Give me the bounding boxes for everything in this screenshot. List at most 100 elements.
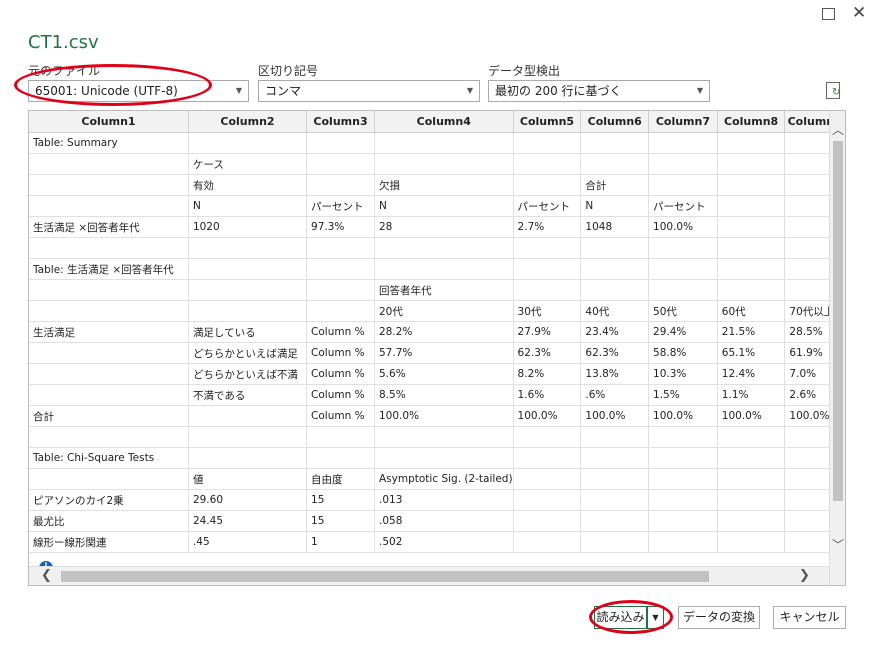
table-cell: パーセント [513,195,582,217]
column-header[interactable]: Column5 [513,111,582,133]
table-row: 20代 30代 40代 50代 60代 70代以上 [29,300,845,322]
data-preview: Column1 Column2 Column3 Column4 Column5 Colum… [28,110,846,586]
type-detection-label: データ型検出 [488,64,561,78]
table-cell [188,237,308,259]
table-cell: 生活満足 [29,321,189,343]
table-cell [188,300,308,322]
table-cell: どちらかといえば不満 [188,363,308,385]
table-cell [374,426,514,448]
chevron-down-icon: ▼ [696,86,703,95]
table-row: 生活満足 満足している Column % 28.2% 27.9% 23.4% 29.4% 21… [29,321,845,343]
table-cell [29,153,189,175]
table-cell [717,132,786,154]
table-cell: 生活満足 ×回答者年代 [29,216,189,238]
dialog-title: CT1.csv [28,32,99,53]
table-cell: N [374,195,514,217]
table-cell [648,279,718,301]
table-cell: 100.0% [717,405,786,427]
table-cell [306,174,375,196]
table-cell [29,426,189,448]
delimiter-select[interactable]: コンマ ▼ [258,80,480,102]
table-cell: ケース [188,153,308,175]
table-cell: .45 [188,531,308,553]
column-header[interactable]: Column4 [374,111,514,133]
table-cell: 有効 [188,174,308,196]
table-cell: 100.0% [580,405,650,427]
table-cell [513,510,582,532]
close-icon[interactable]: ✕ [852,3,866,23]
table-cell [580,531,650,553]
table-cell [374,258,514,280]
load-button[interactable]: 読み込み [594,606,647,629]
chevron-right-icon[interactable]: ❯ [799,568,810,583]
table-cell: 60代 [717,300,786,322]
transform-data-button[interactable]: データの変換 [678,606,760,629]
table-cell: 50代 [648,300,718,322]
table-cell: 23.4% [580,321,650,343]
table-cell [513,174,582,196]
table-cell: 値 [188,468,308,490]
table-cell [648,132,718,154]
table-cell: どちらかといえば満足 [188,342,308,364]
table-cell: 1.6% [513,384,582,406]
vertical-scrollbar[interactable]: ︿ ﹀ [829,111,845,585]
column-header[interactable]: Column3 [306,111,375,133]
column-header[interactable]: Column1 [29,111,189,133]
table-cell [513,132,582,154]
table-cell [580,489,650,511]
horizontal-scroll-thumb[interactable] [61,571,709,582]
table-cell [374,237,514,259]
table-cell: Column % [306,384,375,406]
file-origin-label: 元のファイル [28,64,101,78]
table-cell: 合計 [29,405,189,427]
refresh-icon[interactable] [826,82,840,99]
table-cell: 62.3% [580,342,650,364]
table-cell [513,489,582,511]
table-cell: 1020 [188,216,308,238]
table-cell [306,300,375,322]
table-cell [29,342,189,364]
vertical-scroll-thumb[interactable] [833,141,843,501]
table-cell [717,426,786,448]
table-cell [648,468,718,490]
table-cell: Column % [306,363,375,385]
table-cell: 回答者年代 [374,279,514,301]
table-cell: 13.8% [580,363,650,385]
table-cell: 21.5% [717,321,786,343]
cancel-button[interactable]: キャンセル [773,606,846,629]
column-header[interactable]: Column2 [188,111,308,133]
column-header[interactable]: Column7 [648,111,718,133]
type-detection-select[interactable]: 最初の 200 行に基づく ▼ [488,80,710,102]
load-dropdown-button[interactable]: ▼ [647,606,664,629]
chevron-left-icon[interactable]: ❮ [41,568,52,583]
chevron-up-icon[interactable]: ︿ [832,121,844,138]
table-cell [374,153,514,175]
table-cell [513,237,582,259]
table-cell [648,510,718,532]
table-cell [513,531,582,553]
table-cell [717,195,786,217]
chevron-down-icon: ▼ [466,86,473,95]
table-cell [374,132,514,154]
table-cell: 100.0% [648,405,718,427]
table-cell [717,216,786,238]
column-header[interactable]: Column8 [717,111,786,133]
table-cell: 2.7% [513,216,582,238]
chevron-down-icon[interactable]: ﹀ [832,536,844,553]
table-cell [188,258,308,280]
table-cell [513,153,582,175]
table-cell [717,279,786,301]
delimiter-value: コンマ [265,84,302,98]
table-cell [188,447,308,469]
maximize-icon[interactable] [822,8,835,20]
horizontal-scrollbar[interactable]: ❮ ❯ [29,566,829,585]
column-header[interactable]: Column6 [580,111,650,133]
table-row: N パーセント N パーセント N パーセント [29,195,845,217]
table-cell [513,468,582,490]
table-cell [580,153,650,175]
table-cell [648,531,718,553]
file-origin-select[interactable]: 65001: Unicode (UTF-8) ▼ [28,80,249,102]
table-cell: 合計 [580,174,650,196]
table-cell: Table: 生活満足 ×回答者年代 [29,258,189,280]
table-cell [29,279,189,301]
